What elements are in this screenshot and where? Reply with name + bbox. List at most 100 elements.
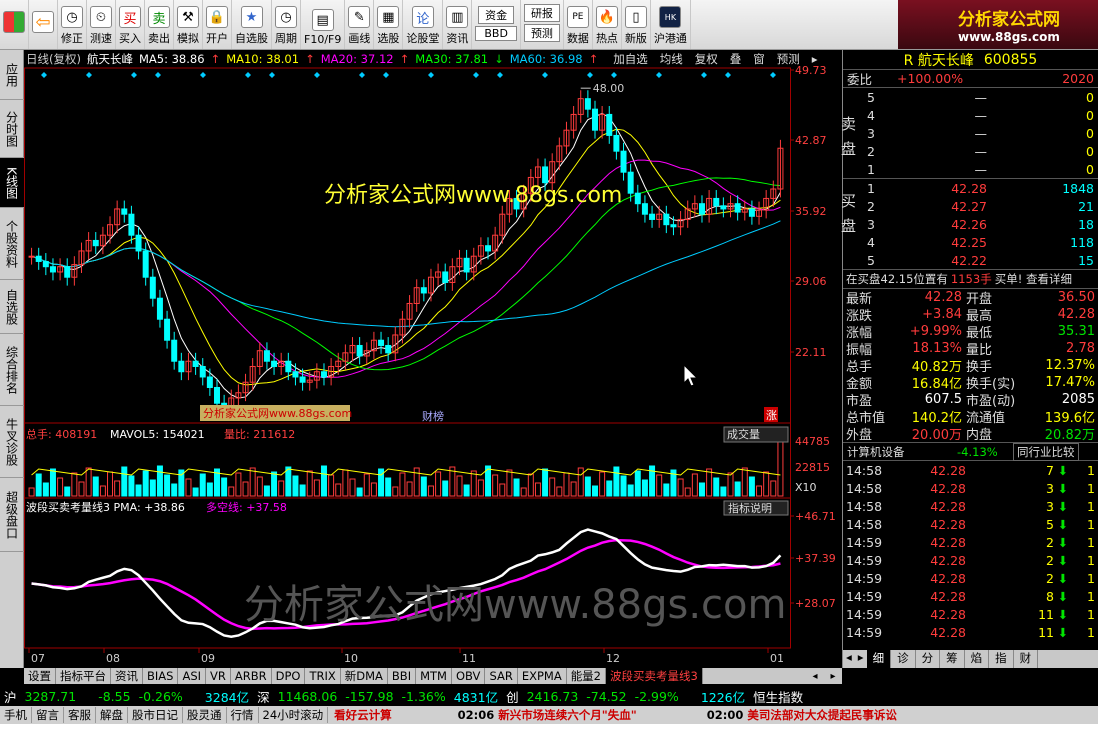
indicator-tab[interactable]: BIAS: [143, 668, 179, 684]
toolbar-btn-buy[interactable]: 买买入: [116, 0, 145, 49]
toolbar-btn-news[interactable]: ▥ 资讯: [443, 0, 473, 49]
sell-level[interactable]: 4—0: [843, 106, 1098, 124]
indicator-tab[interactable]: 指标平台: [56, 668, 111, 684]
news-2[interactable]: 美司法部对大众提起民事诉讼: [747, 707, 897, 723]
left-tab-ranking[interactable]: 综合排名: [0, 334, 24, 406]
indicator-tab[interactable]: 设置: [24, 668, 56, 684]
indicator-tab[interactable]: TRIX: [305, 668, 341, 684]
left-tab-profile[interactable]: 个股资料: [0, 208, 24, 280]
indicator-tab[interactable]: SAR: [485, 668, 518, 684]
sh-index[interactable]: 3287.71: [25, 689, 77, 704]
back-button[interactable]: ⇦: [29, 0, 58, 49]
candle-body: [356, 344, 363, 357]
toolbar-btn-forum[interactable]: 论论股堂: [403, 0, 444, 49]
toolbar-btn-sim[interactable]: ⚒ 模拟: [174, 0, 203, 49]
quote-tab[interactable]: 筹: [940, 650, 965, 668]
sell-level[interactable]: 5—0: [843, 88, 1098, 106]
status-item[interactable]: 行情: [227, 707, 259, 723]
quote-tab[interactable]: 指: [989, 650, 1014, 668]
indicator-tab[interactable]: ARBR: [231, 668, 272, 684]
buy-level[interactable]: 2 42.27 21: [843, 197, 1098, 215]
adjust-button[interactable]: 复权: [692, 51, 721, 67]
toolbar-btn-hk[interactable]: HK 沪港通: [651, 0, 691, 49]
status-item[interactable]: 股市日记: [128, 707, 183, 723]
toolbar-btn-watchlist[interactable]: ★ 自选股: [232, 0, 272, 49]
status-item[interactable]: 股灵通: [183, 707, 227, 723]
buy-level[interactable]: 1 42.28 1848: [843, 179, 1098, 197]
buy-level[interactable]: 5 42.22 15: [843, 251, 1098, 269]
left-tab-orderbook[interactable]: 超级盘口: [0, 478, 24, 552]
buy-level[interactable]: 3 42.26 18: [843, 215, 1098, 233]
left-tab-watchlist[interactable]: 自选股: [0, 280, 24, 334]
status-item[interactable]: 客服: [64, 707, 96, 723]
scroll-left-icon[interactable]: ◂: [843, 650, 855, 668]
volume-bar: [584, 476, 591, 497]
home-button[interactable]: [0, 0, 29, 49]
chart-area[interactable]: 49.7342.8735.9229.0622.1148.0016.88分析家公式…: [24, 50, 842, 668]
add-watchlist-button[interactable]: 加自选: [610, 51, 651, 67]
left-tab-kline[interactable]: K线图: [0, 158, 24, 208]
toolbar-btn-speed[interactable]: ⏲ 测速: [87, 0, 116, 49]
left-tab-apps[interactable]: 应用: [0, 50, 24, 100]
toolbar-btn-select[interactable]: ▦ 选股: [374, 0, 404, 49]
toolbar-btn-draw[interactable]: ✎ 画线: [345, 0, 375, 49]
quote-tab[interactable]: 分: [916, 650, 941, 668]
overlay-button[interactable]: 叠: [727, 51, 745, 67]
indicator-tab[interactable]: BBI: [388, 668, 417, 684]
cy-index[interactable]: 2416.73: [527, 689, 579, 704]
toolbar-btn-report[interactable]: 研报 预测: [521, 0, 564, 49]
volume-bar: [520, 487, 527, 497]
big-order-notice[interactable]: 在买盘42.15位置有 1153手 买单! 查看详细: [843, 270, 1098, 288]
buy-level[interactable]: 4 42.25 118: [843, 233, 1098, 251]
ma-button[interactable]: 均线: [657, 51, 686, 67]
indicator-tab[interactable]: 能量2: [567, 668, 607, 684]
left-tab-intraday[interactable]: 分时图: [0, 100, 24, 158]
hs-index[interactable]: 恒生指数: [753, 687, 803, 706]
sz-index[interactable]: 11468.06: [278, 689, 338, 704]
indicator-tab[interactable]: MTM: [416, 668, 452, 684]
indicator-tab[interactable]: 新DMA: [341, 668, 388, 684]
toolbar-btn-open[interactable]: 🔒 开户: [203, 0, 232, 49]
toolbar-btn-period[interactable]: ◷ 周期: [272, 0, 301, 49]
quote-tab[interactable]: 财: [1014, 650, 1039, 668]
indicator-tab[interactable]: DPO: [272, 668, 306, 684]
volume-bar: [734, 481, 741, 497]
toolbar-btn-funds[interactable]: 资金 BBD: [472, 0, 521, 49]
scroll-right-icon[interactable]: ▸: [830, 671, 835, 682]
indicator-tab[interactable]: 资讯: [111, 668, 143, 684]
quote-tab[interactable]: 焰: [965, 650, 990, 668]
toolbar-btn-data[interactable]: PE 数据: [564, 0, 593, 49]
forecast-button[interactable]: 预测: [774, 51, 803, 67]
sell-level[interactable]: 1—0: [843, 160, 1098, 178]
indicator-tab[interactable]: 波段买卖考量线3: [606, 668, 703, 684]
volume-bar: [634, 470, 641, 497]
sell-level[interactable]: 3—0: [843, 124, 1098, 142]
toolbar-btn-hot[interactable]: 🔥 热点: [593, 0, 622, 49]
status-item[interactable]: 手机: [0, 707, 32, 723]
toolbar-btn-fix[interactable]: ◷ 修正: [58, 0, 87, 49]
site-logo: 分析家公式网 www.88gs.com: [898, 0, 1098, 49]
left-tabs: 应用 分时图 K线图 个股资料 自选股 综合排名 牛叉诊股 超级盘口: [0, 50, 24, 668]
scroll-right-icon[interactable]: ▸: [855, 650, 867, 668]
scroll-left-icon[interactable]: ◂: [812, 671, 817, 682]
quote-tab[interactable]: 细: [866, 650, 892, 668]
status-item[interactable]: 留言: [32, 707, 64, 723]
toolbar-btn-sell[interactable]: 卖卖出: [145, 0, 174, 49]
window-button[interactable]: 窗: [750, 51, 768, 67]
ad-text[interactable]: 看好云计算: [328, 707, 398, 723]
toolbar-btn-f10[interactable]: ▤ F10/F9: [301, 0, 346, 49]
toolbar: ⇦ ◷ 修正 ⏲ 测速 买买入 卖卖出 ⚒ 模拟 🔒 开户 ★ 自选股 ◷ 周期 ▤ F10/…: [0, 0, 1098, 50]
industry-compare-button[interactable]: 同行业比较: [1013, 442, 1079, 461]
sell-level[interactable]: 2—0: [843, 142, 1098, 160]
news-1[interactable]: 新兴市场连续六个月"失血": [498, 707, 636, 723]
indicator-tab[interactable]: EXPMA: [518, 668, 567, 684]
indicator-name: 波段买卖考量线3 PMA: +38.86: [26, 500, 185, 514]
indicator-tab[interactable]: OBV: [452, 668, 486, 684]
indicator-tab[interactable]: VR: [206, 668, 231, 684]
indicator-tab[interactable]: ASI: [178, 668, 207, 684]
status-item[interactable]: 24小时滚动: [259, 707, 329, 723]
status-item[interactable]: 解盘: [96, 707, 128, 723]
left-tab-diagnose[interactable]: 牛叉诊股: [0, 406, 24, 478]
toolbar-btn-newver[interactable]: ▯ 新版: [622, 0, 651, 49]
quote-tab[interactable]: 诊: [891, 650, 916, 668]
